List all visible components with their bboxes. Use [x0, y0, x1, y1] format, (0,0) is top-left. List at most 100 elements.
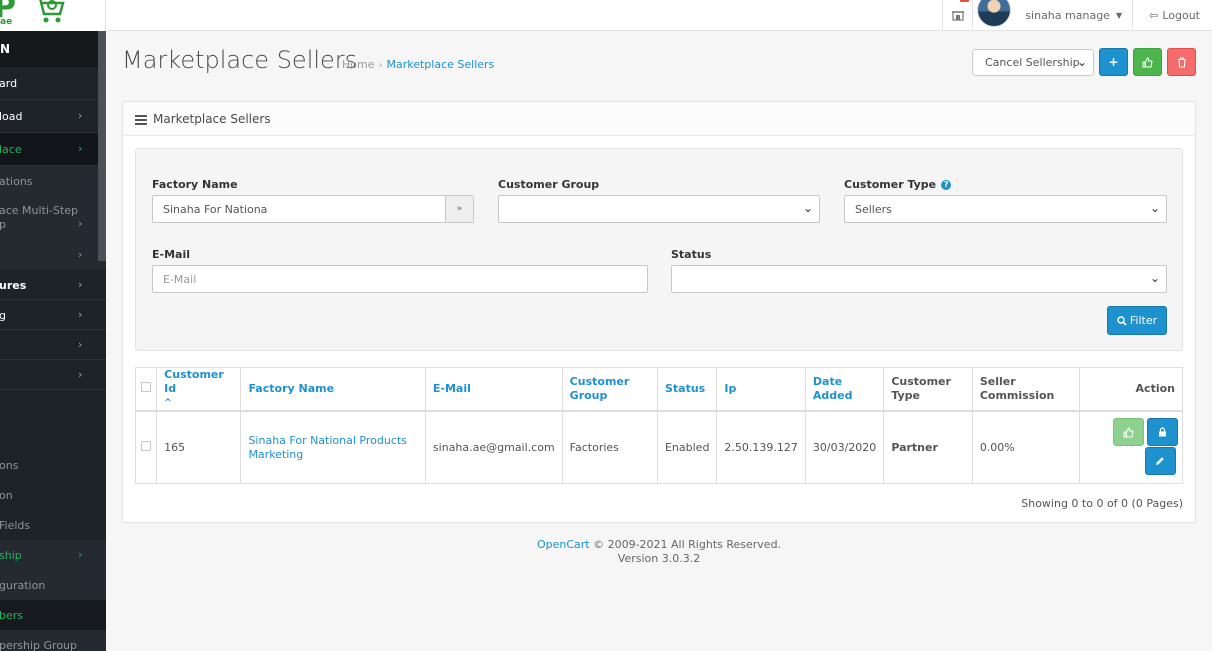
opencart-link[interactable]: OpenCart [537, 538, 590, 551]
sellership-select[interactable]: Cancel Sellership ⌄ [972, 48, 1094, 76]
cell-factory-name-line2: Marketing [248, 447, 304, 461]
customer-type-label: Customer Type? [844, 178, 952, 191]
breadcrumb-current[interactable]: Marketplace Sellers [386, 58, 494, 71]
sidebar-item-sellership[interactable]: ship › [0, 540, 106, 570]
sidebar-item-label: ations [0, 175, 33, 188]
cell-status: Enabled [656, 410, 718, 484]
customer-group-label: Customer Group [498, 178, 600, 191]
thumbs-up-icon [1123, 426, 1134, 437]
trash-icon [1177, 56, 1186, 68]
sidebar-item-label: ures [0, 279, 27, 292]
col-date-added[interactable]: Date Added [804, 367, 885, 412]
sidebar-item-options[interactable]: ons [0, 450, 106, 480]
status-select[interactable]: ⌄ [671, 265, 1167, 293]
col-customer-type-label-2: Type [891, 389, 921, 402]
customer-group-select[interactable]: ⌄ [498, 195, 820, 223]
store-link[interactable] [942, 0, 972, 30]
pencil-icon [1156, 457, 1165, 465]
col-date-added-label-2: Added [812, 389, 853, 402]
sidebar-item-multistep[interactable]: ace Multi-Step p › [0, 196, 106, 240]
breadcrumb-separator-icon: › [378, 60, 383, 71]
plus-icon: + [1108, 55, 1119, 69]
logout-link[interactable]: ⇦ Logout [1132, 0, 1212, 30]
breadcrumb: Home › Marketplace Sellers [342, 58, 494, 71]
sidebar-item-label: ship [0, 549, 22, 562]
col-email[interactable]: E-Mail [424, 367, 563, 412]
sidebar-item-configurations[interactable]: ations [0, 166, 106, 196]
cell-factory-name[interactable]: Sinaha For National Products Marketing [240, 410, 426, 484]
footer: OpenCart © 2009-2021 All Rights Reserved… [122, 538, 1196, 566]
user-menu[interactable]: sinaha manage ▼ [972, 0, 1132, 30]
chevron-right-icon: › [78, 109, 83, 122]
page-actions: Cancel Sellership ⌄ + [972, 48, 1196, 76]
table-row: 165 Sinaha For National Products Marketin… [134, 410, 1184, 484]
sidebar-item-label: pership Group [0, 639, 77, 651]
sidebar-item-sub-b[interactable]: › [0, 330, 106, 360]
logo[interactable]: P ae [0, 0, 106, 31]
row-select-cell [134, 410, 158, 484]
table-header-row: Customer Id ^ Factory Name E-Mail Custome… [134, 367, 1184, 412]
sidebar-scrollbar[interactable] [98, 31, 106, 261]
breadcrumb-home[interactable]: Home [342, 58, 374, 71]
col-ip-label: Ip [724, 382, 737, 395]
col-customer-type: Customer Type [883, 367, 973, 412]
sidebar-item-configuration[interactable]: guration [0, 570, 106, 600]
filter-button[interactable]: Filter [1107, 306, 1167, 335]
sidebar-item-sub-a[interactable]: › [0, 240, 106, 270]
lock-icon [1158, 427, 1166, 437]
approve-seller-button[interactable] [1112, 418, 1144, 446]
thumbs-up-icon [1142, 56, 1153, 67]
col-action-label: Action [1135, 382, 1175, 395]
list-icon [135, 113, 147, 127]
col-ip[interactable]: Ip [716, 367, 806, 412]
col-status-label: Status [664, 382, 706, 395]
sidebar-item-marketplace[interactable]: lace › [0, 133, 106, 166]
col-seller-commission: Seller Commission [971, 367, 1080, 412]
question-circle-icon[interactable]: ? [941, 180, 952, 190]
col-factory-name[interactable]: Factory Name [240, 367, 426, 412]
cell-date-added: 30/03/2020 [804, 410, 885, 484]
page-title: Marketplace Sellers [122, 46, 358, 74]
chevron-right-icon: › [78, 217, 83, 230]
cell-factory-name-line1: Sinaha For National Products [248, 433, 407, 447]
delete-button[interactable] [1167, 48, 1196, 76]
cell-actions [1078, 410, 1184, 484]
sidebar-item-option[interactable]: on [0, 480, 106, 510]
customer-type-select[interactable]: Sellers ⌄ [844, 195, 1167, 223]
lock-seller-button[interactable] [1146, 418, 1178, 446]
sidebar-item-custom-fields[interactable]: Fields [0, 510, 106, 540]
cell-customer-type: Partner [883, 410, 973, 484]
chevron-right-icon: › [78, 368, 83, 381]
factory-name-value: Sinaha For Nationa [163, 202, 268, 216]
col-seller-commission-label-2: Commission [979, 389, 1055, 402]
top-header: P ae sinaha manage ▼ ⇦ Logout [0, 0, 1212, 31]
sidebar-item-members[interactable]: bers [0, 600, 106, 630]
col-action: Action [1078, 367, 1184, 412]
sidebar-item-sub-c[interactable]: › [0, 360, 106, 390]
email-field[interactable]: E-Mail [152, 265, 648, 293]
sidebar-item-dashboard[interactable]: ard [0, 67, 106, 100]
sidebar-item-features[interactable]: ures › [0, 270, 106, 300]
filter-box: Factory Name Sinaha For Nationa » Custom… [135, 148, 1183, 351]
edit-seller-button[interactable] [1144, 447, 1176, 475]
approve-button[interactable] [1133, 48, 1162, 76]
sidebar-item-catalog[interactable]: g › [0, 300, 106, 330]
double-chevron-down-icon[interactable]: » [445, 196, 473, 222]
chevron-down-icon: ⌄ [1076, 54, 1087, 69]
add-button[interactable]: + [1099, 48, 1128, 76]
col-customer-id[interactable]: Customer Id ^ [156, 367, 242, 412]
sidebar-item-membership-group[interactable]: pership Group [0, 630, 106, 651]
sidebar-item-label: ons [0, 459, 19, 472]
sellership-select-value: Cancel Sellership [985, 55, 1080, 69]
chevron-right-icon: › [78, 142, 83, 155]
sidebar-item-download[interactable]: load › [0, 100, 106, 133]
factory-name-input[interactable]: Sinaha For Nationa » [152, 195, 474, 223]
col-customer-group[interactable]: Customer Group [561, 367, 658, 412]
select-all-cell [134, 367, 158, 412]
row-checkbox[interactable] [141, 440, 152, 451]
filter-button-label: Filter [1129, 314, 1158, 327]
sidebar-item-label: load [0, 110, 23, 123]
select-all-checkbox[interactable] [141, 382, 152, 392]
col-status[interactable]: Status [656, 367, 718, 412]
